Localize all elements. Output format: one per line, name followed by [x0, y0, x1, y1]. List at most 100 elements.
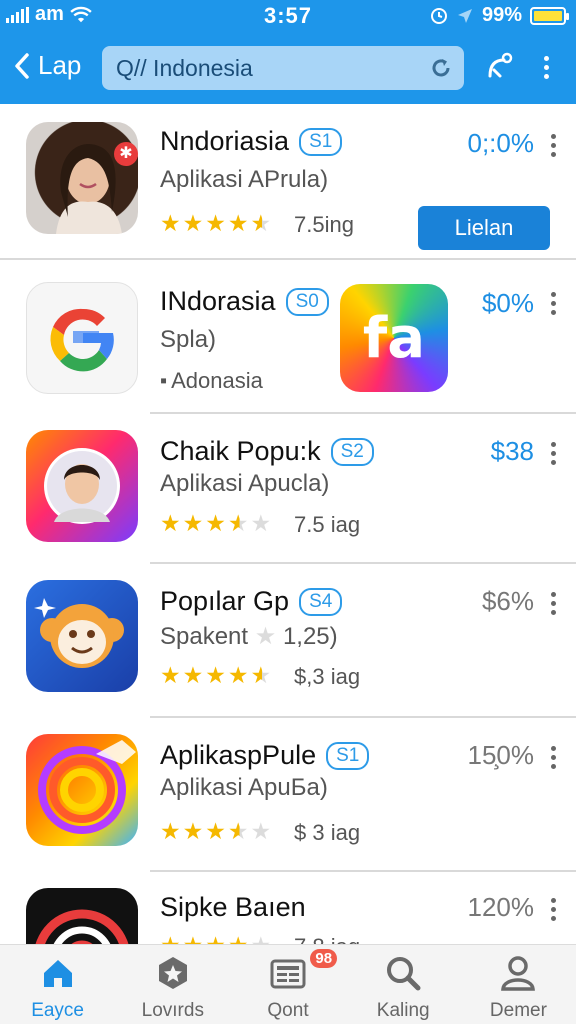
- more-options-icon[interactable]: [548, 134, 558, 157]
- list-item[interactable]: ✱ Nndoriasia S1 Aplikasi APrula) ★ ★ ★ ★ ★ 7.…: [0, 104, 576, 258]
- battery-percent: 99%: [481, 4, 522, 26]
- install-button[interactable]: Lielan: [418, 206, 550, 250]
- status-bar: am 3:57 99%: [0, 0, 576, 32]
- more-options-icon[interactable]: [548, 592, 558, 615]
- star-icon: ★: [227, 818, 249, 844]
- app-badge: S2: [330, 438, 374, 466]
- star-icon: ★: [205, 932, 226, 944]
- refresh-icon[interactable]: [428, 55, 454, 81]
- developer-icon: ▪: [160, 369, 168, 392]
- person-photo-icon: [56, 144, 122, 234]
- star-icon: ★: [160, 662, 181, 688]
- alarm-icon: [430, 7, 447, 24]
- app-price: 120%: [467, 892, 535, 922]
- tab-favorites[interactable]: Lovırds: [115, 945, 230, 1024]
- tab-content[interactable]: 98 Qont: [230, 945, 345, 1024]
- chevron-left-icon: [15, 52, 29, 79]
- monkey-face-icon: [34, 598, 124, 668]
- swirl-logo-icon: [38, 740, 136, 834]
- featured-app-label: fa: [362, 305, 426, 371]
- google-logo-icon: [50, 308, 114, 372]
- rating-count: 7.5 iag: [294, 512, 361, 537]
- app-badge: S1: [299, 128, 343, 156]
- developer-name: Adonasia: [171, 368, 263, 393]
- star-icon: ★: [182, 818, 204, 844]
- app-name: AplikaspPule S1: [160, 740, 370, 771]
- app-name-text: Popılar Gp: [160, 586, 290, 616]
- developer-line: ▪ Adonasia: [160, 368, 263, 394]
- star-icon: ★: [182, 510, 204, 536]
- share-icon[interactable]: [482, 50, 516, 84]
- more-options-icon[interactable]: [548, 898, 558, 921]
- app-name: Sipke Baıen: [160, 892, 306, 922]
- tab-label: Demer: [489, 1000, 547, 1021]
- app-list: ✱ Nndoriasia S1 Aplikasi APrula) ★ ★ ★ ★ ★ 7.…: [0, 104, 576, 944]
- star-rating: ★★★★★: [160, 932, 271, 944]
- star-rating: ★★★★★: [160, 510, 271, 537]
- app-icon-monkey: [26, 580, 138, 692]
- search-input[interactable]: [112, 54, 428, 82]
- app-subtitle: Spla): [160, 326, 217, 353]
- star-icon: ★: [160, 210, 181, 236]
- star-rating: ★★★★★: [160, 662, 271, 689]
- list-item[interactable]: Sipke Baıen ★★★★★ 7.8 iag 120%: [0, 872, 576, 944]
- star-icon: ★: [250, 662, 272, 688]
- star-rating: ★★★★★: [160, 818, 271, 845]
- rating-count: 7.8 iag: [294, 934, 360, 944]
- search-bar[interactable]: [102, 46, 464, 90]
- news-icon: [270, 959, 306, 989]
- list-item[interactable]: Chaik Popu:k S2 Aplikasi Apucla) ★ ★ ★ ★ ★ 7.…: [0, 414, 576, 564]
- app-name-text: Nndoriasia: [160, 126, 290, 156]
- rating-count: $,3 iag: [294, 664, 361, 689]
- star-icon: ★: [182, 210, 204, 236]
- star-rating: ★★★★★: [160, 210, 271, 237]
- app-subtitle-text: Spakent: [160, 623, 249, 650]
- status-right: 99%: [430, 4, 569, 27]
- app-subtitle: Aplikasi APrula): [160, 166, 329, 193]
- bottom-tab-bar: Eayce Lovırds 98 Qont Kaling Demer: [0, 944, 576, 1024]
- app-badge: S1: [326, 742, 370, 770]
- search-icon: [387, 957, 421, 991]
- app-name-text: AplikaspPule: [160, 740, 317, 770]
- star-icon: ★: [250, 210, 272, 236]
- app-price: $0%: [481, 288, 534, 318]
- back-label: Lap: [38, 50, 82, 80]
- tab-search[interactable]: Kaling: [346, 945, 461, 1024]
- app-name-text: INdorasia: [160, 286, 276, 316]
- star-icon: ★: [182, 662, 204, 688]
- app-icon-portrait: ✱: [26, 122, 138, 234]
- star-icon: ★: [205, 662, 226, 688]
- more-options-icon[interactable]: [548, 746, 558, 769]
- featured-app-icon[interactable]: fa: [340, 284, 448, 392]
- tab-label: Kaling: [376, 1000, 430, 1021]
- more-options-icon[interactable]: [548, 292, 558, 315]
- battery-icon: [530, 6, 569, 25]
- app-icon-swirl: [26, 734, 138, 846]
- app-name: Popılar Gp S4: [160, 586, 343, 617]
- tab-profile[interactable]: Demer: [461, 945, 576, 1024]
- star-icon: ★: [227, 210, 249, 236]
- rating-count: $ 3 iag: [294, 820, 361, 845]
- list-item[interactable]: AplikaspPule S1 Aplikasi ApuБa) ★ ★ ★ ★ ★ $ 3…: [0, 718, 576, 872]
- app-name-text: Chaik Popu:k: [160, 436, 321, 466]
- star-icon: ★: [250, 510, 272, 536]
- app-icon-target: [26, 888, 138, 944]
- home-icon: [43, 960, 72, 987]
- user-icon: [501, 956, 536, 991]
- list-item[interactable]: Popılar Gp S4 Spakent ★ 1,25) ★ ★ ★ ★ ★ $,3 i…: [0, 564, 576, 716]
- list-item[interactable]: INdorasia S0 Spla) ▪ Adonasia $0% fa: [0, 260, 576, 412]
- app-price: $6%: [481, 586, 534, 616]
- star-badge-icon: [158, 957, 187, 989]
- app-price: 15̧0%: [467, 740, 535, 770]
- target-logo-icon: [35, 909, 129, 944]
- tab-home[interactable]: Eayce: [0, 945, 115, 1024]
- app-subtitle-extra: 1,25): [282, 623, 338, 650]
- back-button[interactable]: Lap: [12, 50, 81, 81]
- app-badge: S4: [299, 588, 343, 616]
- more-icon[interactable]: [536, 50, 556, 84]
- star-icon: ★: [183, 932, 204, 944]
- tab-label: Eayce: [31, 1000, 84, 1021]
- rating-count: 7.5ing: [294, 212, 354, 237]
- app-badge: S0: [285, 288, 329, 316]
- more-options-icon[interactable]: [548, 442, 558, 465]
